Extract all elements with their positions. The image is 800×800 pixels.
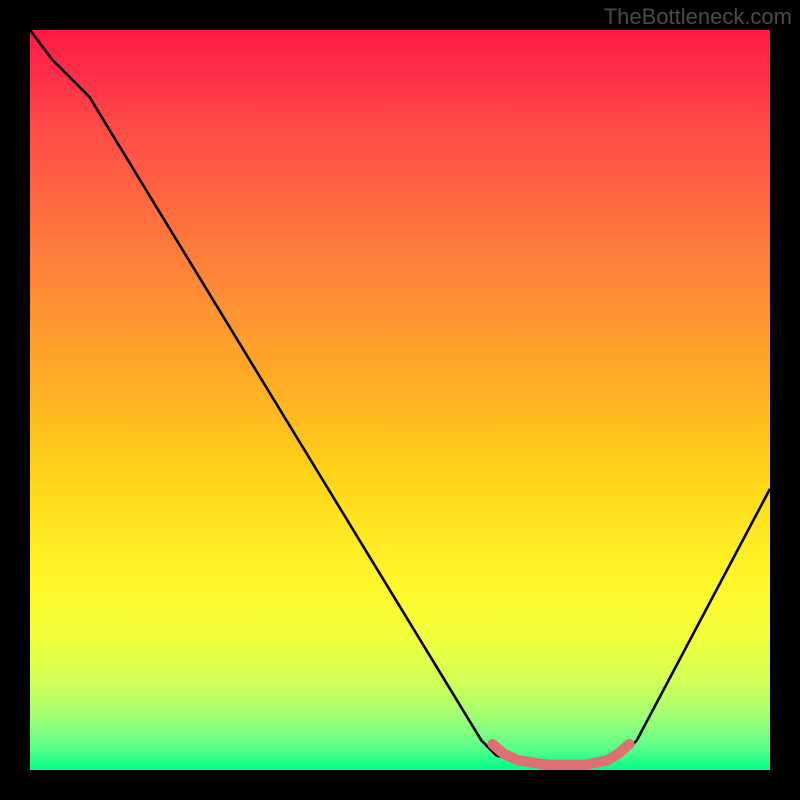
- highlight-dot: [488, 740, 497, 749]
- highlight-dots: [488, 740, 634, 749]
- watermark-text: TheBottleneck.com: [604, 4, 792, 30]
- bottleneck-curve: [30, 30, 770, 770]
- chart-container: [30, 30, 770, 770]
- highlight-segment: [493, 744, 630, 765]
- highlight-dot: [625, 740, 634, 749]
- main-curve-line: [30, 30, 770, 766]
